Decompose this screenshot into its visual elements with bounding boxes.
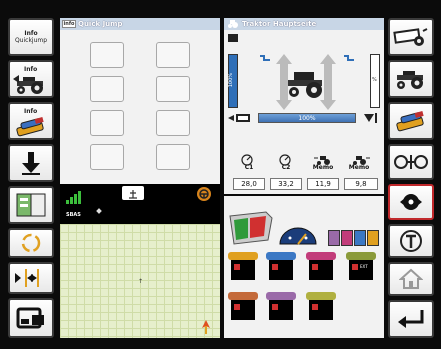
implement-tile[interactable]	[266, 292, 296, 320]
quick-jump-titlebar: info Quick Jump	[60, 18, 220, 30]
gps-status-bar: SBAS	[60, 184, 220, 224]
linkage-settings-button[interactable]	[388, 144, 434, 180]
selected-function-button[interactable]	[388, 184, 434, 220]
terminal-screen: Info Quickjump Info Info info Quick Jump…	[0, 0, 441, 349]
value-box-memo-1[interactable]: 11,9	[307, 178, 339, 190]
implement-tile[interactable]	[266, 252, 296, 280]
implement-tile[interactable]	[306, 252, 336, 280]
tractor-hitch-diagram	[260, 54, 354, 110]
column-label-c2: C2	[281, 164, 291, 171]
tractor-body	[288, 72, 322, 98]
implement-tile-ext[interactable]: EXT	[346, 252, 376, 280]
implement-panel: EXT	[224, 196, 384, 338]
return-arrow-icon	[398, 310, 424, 328]
column-label-memo-1: Memo	[312, 164, 334, 171]
three-point-hitch-icon	[400, 194, 422, 210]
tractor-icon	[13, 75, 43, 94]
hitch-position-bar-label: 100%	[298, 115, 316, 122]
value-box-memo-2[interactable]: 9,8	[344, 178, 378, 190]
monitor-camera-icon	[16, 307, 44, 329]
rear-linkage-icon	[364, 113, 377, 123]
terminal-device-icon	[229, 211, 273, 245]
back-button[interactable]	[388, 300, 434, 338]
quick-jump-panel: info Quick Jump	[60, 18, 220, 184]
info-tractor-label: Info	[24, 66, 38, 73]
tractor-titlebar: Traktor Hauptseite	[224, 18, 384, 30]
width-adjust-icon	[15, 269, 39, 287]
value-box-c1[interactable]: 28,0	[233, 178, 265, 190]
rear-hitch-gauge: %	[370, 54, 380, 108]
quick-jump-slot[interactable]	[156, 76, 190, 102]
speedometer-icon	[279, 227, 317, 245]
right-implement-color-button[interactable]	[388, 102, 434, 140]
front-hitch-gauge: 100%	[228, 54, 238, 108]
hitch-position-bar: 100%	[258, 113, 356, 123]
rotate-view-button[interactable]	[8, 228, 54, 258]
split-screen-icon	[16, 193, 46, 217]
info-tractor-button[interactable]: Info	[8, 60, 54, 98]
quick-jump-title: Quick Jump	[78, 20, 123, 28]
split-view-button[interactable]	[8, 186, 54, 224]
right-implement-button[interactable]	[388, 18, 434, 56]
section-width-button[interactable]	[8, 262, 54, 294]
sbas-label: SBAS	[66, 212, 81, 218]
quick-jump-slot[interactable]	[156, 110, 190, 136]
pto-icon	[400, 230, 422, 252]
info-implement-label: Info	[24, 108, 38, 115]
tractor-small-icon	[228, 20, 238, 28]
signal-strength-icon	[66, 191, 81, 204]
info-tag: info	[62, 20, 76, 28]
info-quickjump-label-top: Info	[24, 30, 38, 37]
hitch-linkage-icon	[394, 155, 428, 169]
map-marker-icon: ↑	[138, 278, 144, 285]
quick-jump-slot[interactable]	[156, 42, 190, 68]
implement-icon	[16, 117, 44, 137]
column-label-c1: C1	[244, 164, 254, 171]
quick-jump-slot[interactable]	[90, 42, 124, 68]
home-icon	[399, 268, 423, 289]
info-implement-button[interactable]: Info	[8, 102, 54, 140]
home-button[interactable]	[388, 262, 434, 296]
satellite-icon	[96, 208, 102, 214]
camera-button[interactable]	[8, 298, 54, 338]
implement-tile[interactable]	[228, 252, 258, 280]
center-indicator	[122, 186, 144, 200]
tractor-icon	[397, 71, 423, 89]
guidance-map[interactable]: ↑	[60, 224, 220, 338]
quick-jump-slot[interactable]	[156, 144, 190, 170]
implement-icon	[396, 111, 424, 132]
value-box-c2[interactable]: 33,2	[270, 178, 302, 190]
implement-tile[interactable]	[228, 292, 258, 320]
download-arrow-button[interactable]	[8, 144, 54, 182]
ext-tag: EXT	[360, 264, 368, 269]
tractor-page-title: Traktor Hauptseite	[242, 20, 317, 28]
arrow-down-icon	[22, 152, 40, 175]
implement-tile[interactable]	[306, 292, 336, 320]
steering-wheel-icon[interactable]	[196, 186, 212, 202]
info-quickjump-label-bottom: Quickjump	[14, 37, 48, 44]
rear-hitch-gauge-label: %	[372, 77, 377, 83]
rotate-icon	[21, 233, 41, 253]
tractor-position-icon	[202, 320, 210, 334]
color-swatches	[328, 230, 380, 246]
seeder-icon	[393, 28, 428, 46]
right-tractor-button[interactable]	[388, 60, 434, 98]
front-linkage-icon	[228, 114, 250, 122]
antenna-icon	[129, 190, 137, 199]
front-hitch-gauge-label: 100%	[228, 73, 234, 88]
page-indicator	[228, 34, 238, 42]
quick-jump-slot[interactable]	[90, 110, 124, 136]
quick-jump-slot[interactable]	[90, 76, 124, 102]
info-quickjump-button[interactable]: Info Quickjump	[8, 18, 54, 56]
column-label-memo-2: Memo	[348, 164, 370, 171]
pto-button[interactable]	[388, 224, 434, 258]
quick-jump-slot[interactable]	[90, 144, 124, 170]
